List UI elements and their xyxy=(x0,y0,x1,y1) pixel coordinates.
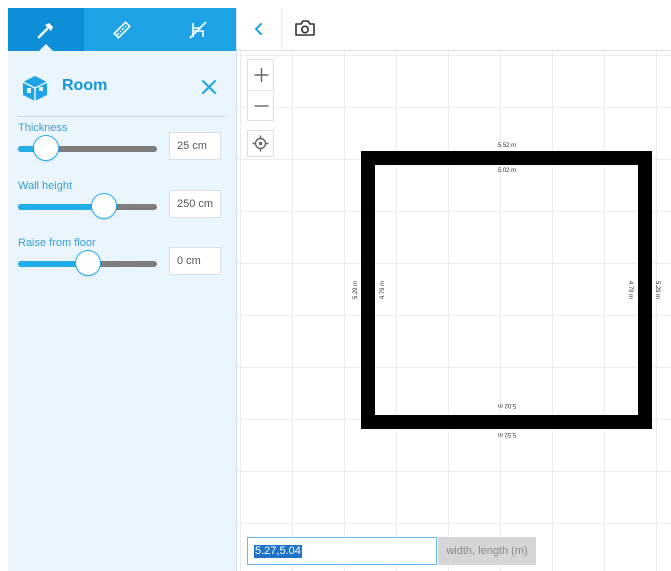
dim-left-outer: 5.29 m xyxy=(353,281,359,299)
dim-bottom-inner: 5.02 m xyxy=(498,402,516,408)
zoom-in-button[interactable] xyxy=(248,60,275,91)
dim-top-outer: 5.52 m xyxy=(498,143,516,149)
minus-icon xyxy=(254,105,269,107)
center-view-button[interactable] xyxy=(247,130,274,157)
zoom-controls xyxy=(247,59,275,121)
room-drawing[interactable]: 5.52 m 5.02 m 5.02 m 5.52 m 5.29 m 4.79 … xyxy=(0,0,671,571)
dim-left-inner: 4.79 m xyxy=(380,281,386,299)
dimension-hint: width, length (m) xyxy=(438,537,536,565)
dimension-input[interactable]: 5.27,5.04 xyxy=(247,537,437,565)
plus-icon xyxy=(254,68,269,82)
dimension-input-value: 5.27,5.04 xyxy=(254,545,302,558)
dim-bottom-outer: 5.52 m xyxy=(498,431,516,437)
dim-right-inner: 4.79 m xyxy=(627,281,633,299)
zoom-out-button[interactable] xyxy=(248,91,275,121)
dim-right-outer: 5.29 m xyxy=(654,281,660,299)
crosshair-icon xyxy=(252,135,269,152)
room-walls[interactable] xyxy=(361,151,652,429)
dim-top-inner: 5.02 m xyxy=(498,168,516,174)
